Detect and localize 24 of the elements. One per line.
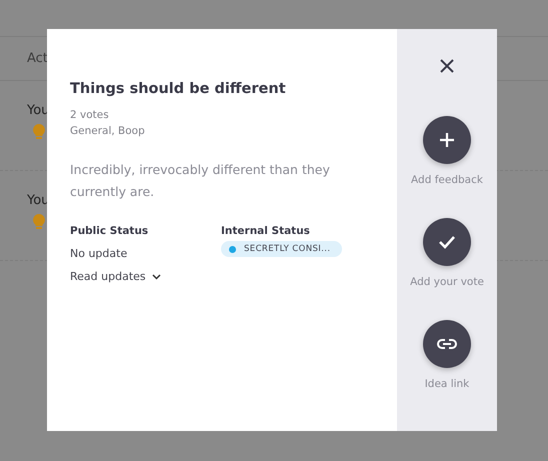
- status-text: SECRETLY CONSI...: [244, 244, 330, 254]
- action-label: Add feedback: [411, 174, 483, 186]
- action-label: Idea link: [424, 378, 470, 390]
- status-label: Public Status: [70, 225, 148, 237]
- categories: General, Boop: [70, 124, 146, 139]
- vote-count: 2 votes: [70, 108, 110, 123]
- link-icon: [437, 339, 457, 349]
- checkmark-icon: [438, 235, 456, 249]
- add-button[interactable]: [423, 116, 471, 164]
- column-header: Act: [27, 51, 48, 66]
- plus-icon: [439, 132, 455, 148]
- lightbulb-icon: [33, 124, 45, 140]
- action-label: Add your vote: [410, 276, 484, 288]
- status-value: No update: [70, 247, 128, 260]
- idea-description: Incredibly, irrevocably different than they currently are.: [70, 161, 331, 201]
- lightbulb-icon: [33, 214, 45, 230]
- idea-title: Things should be different: [70, 81, 287, 97]
- vote-button[interactable]: [422, 218, 471, 266]
- read-updates-link[interactable]: Read updates: [70, 270, 161, 283]
- status-label: Internal Status: [221, 225, 310, 237]
- status-pill[interactable]: SECRETLY CONSI...: [221, 241, 342, 257]
- chevron-down-icon: [152, 274, 161, 280]
- link-button[interactable]: [423, 320, 471, 368]
- close-icon[interactable]: [439, 58, 455, 74]
